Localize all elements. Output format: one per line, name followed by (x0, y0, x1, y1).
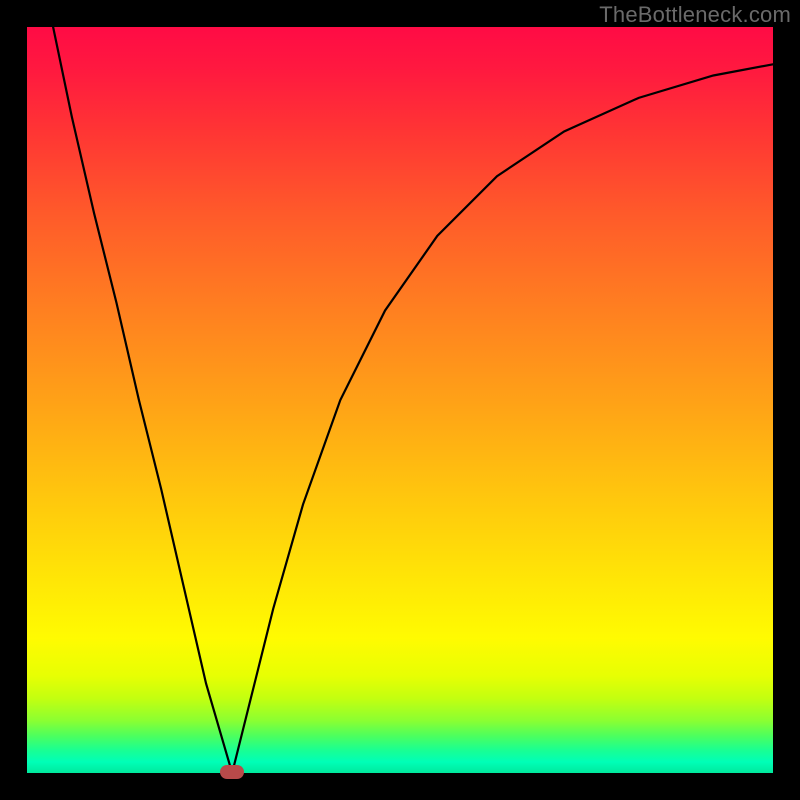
minimum-marker (220, 765, 244, 779)
plot-area (27, 27, 773, 773)
chart-frame: TheBottleneck.com (0, 0, 800, 800)
curve-right-branch (232, 64, 773, 773)
curve-layer (27, 27, 773, 773)
watermark-text: TheBottleneck.com (599, 2, 791, 28)
curve-left-branch (53, 27, 232, 773)
